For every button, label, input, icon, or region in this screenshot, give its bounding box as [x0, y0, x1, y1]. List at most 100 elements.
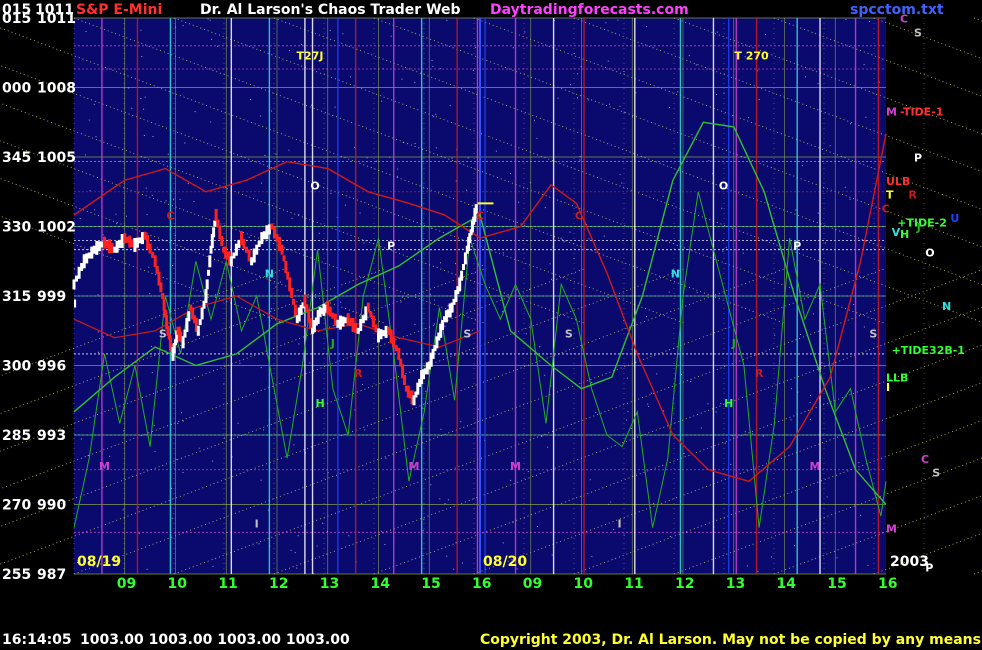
star-dot: [460, 421, 462, 423]
chart-marker: S: [869, 328, 877, 341]
star-dot: [309, 362, 311, 364]
chart-marker: I: [255, 518, 259, 531]
diagonal-line: [973, 17, 982, 22]
price-bar: [278, 236, 281, 251]
star-dot: [462, 562, 463, 564]
star-dot: [619, 174, 621, 176]
star-dot: [294, 552, 296, 554]
star-dot: [696, 292, 698, 294]
star-dot: [677, 91, 679, 93]
star-dot: [669, 536, 671, 537]
star-dot: [298, 214, 300, 216]
star-dot: [800, 334, 801, 335]
star-dot: [423, 519, 425, 521]
star-dot: [334, 106, 336, 108]
chart-marker: M: [99, 460, 110, 473]
star-dot: [237, 422, 239, 424]
price-bar: [366, 302, 370, 313]
star-dot: [342, 33, 344, 35]
star-dot: [758, 99, 760, 100]
star-dot: [271, 308, 273, 310]
right-marker: O: [925, 247, 934, 260]
star-dot: [359, 212, 361, 214]
star-dot: [790, 419, 792, 421]
price-bar: [159, 282, 163, 293]
star-dot: [715, 94, 717, 95]
right-marker: N: [942, 300, 951, 313]
star-dot: [95, 136, 97, 138]
star-dot: [122, 509, 124, 511]
star-dot: [350, 76, 351, 78]
star-dot: [502, 252, 504, 254]
chart-marker: M: [510, 460, 521, 473]
star-dot: [444, 503, 446, 504]
chart-marker: I: [618, 518, 622, 531]
star-dot: [182, 472, 184, 473]
star-dot: [143, 135, 145, 136]
star-dot: [431, 60, 433, 61]
star-dot: [275, 153, 277, 155]
star-dot: [623, 534, 625, 536]
star-dot: [422, 407, 424, 409]
star-dot: [765, 34, 767, 36]
star-dot: [795, 209, 797, 211]
star-dot: [210, 121, 212, 123]
star-dot: [271, 110, 272, 112]
star-dot: [544, 374, 546, 376]
star-dot: [470, 246, 472, 247]
star-dot: [293, 444, 295, 446]
star-dot: [102, 234, 104, 236]
star-dot: [700, 427, 702, 429]
star-dot: [512, 47, 514, 49]
star-dot: [809, 402, 811, 404]
price-bar: [262, 231, 266, 240]
right-marker: -TIDE-1: [900, 105, 943, 118]
x-axis-hour: 13: [726, 576, 745, 592]
diagonal-line: [973, 570, 982, 575]
chart-marker: S: [159, 328, 167, 341]
star-dot: [316, 545, 318, 547]
chart-marker: P: [793, 240, 801, 253]
star-dot: [288, 149, 290, 151]
star-dot: [744, 431, 746, 433]
diagonal-line: [873, 17, 982, 60]
star-dot: [495, 150, 497, 152]
star-dot: [447, 499, 449, 501]
price-bar: [460, 270, 464, 281]
star-dot: [502, 542, 504, 544]
star-dot: [539, 346, 541, 348]
header-site-link[interactable]: Daytradingforecasts.com: [490, 2, 689, 18]
star-dot: [263, 429, 265, 431]
star-dot: [725, 247, 727, 249]
price-bar: [397, 347, 401, 360]
chart-marker: S: [463, 328, 471, 341]
chart-marker: C: [575, 210, 583, 223]
star-dot: [167, 153, 169, 155]
star-dot: [547, 446, 549, 448]
star-dot: [140, 29, 142, 31]
right-marker: S: [914, 27, 922, 40]
chart-marker: N: [671, 267, 680, 280]
star-dot: [478, 408, 480, 410]
star-dot: [683, 453, 685, 454]
x-axis-hour: 12: [269, 576, 288, 592]
date-label: 08/20: [483, 554, 527, 570]
star-dot: [455, 263, 456, 265]
price-bar: [95, 240, 99, 255]
star-dot: [481, 264, 483, 266]
star-dot: [607, 60, 609, 62]
y-axis-code: 285: [2, 428, 31, 444]
y-axis-price: 1008: [37, 81, 76, 97]
star-dot: [385, 457, 387, 459]
header-code: 015: [2, 2, 32, 18]
price-bar: [141, 232, 144, 245]
star-dot: [89, 190, 91, 192]
price-bar: [344, 317, 347, 324]
star-dot: [623, 71, 625, 72]
star-dot: [433, 299, 435, 301]
star-dot: [171, 517, 173, 519]
star-dot: [746, 565, 748, 567]
star-dot: [400, 301, 402, 303]
right-marker: C: [882, 203, 890, 216]
star-dot: [691, 134, 693, 136]
